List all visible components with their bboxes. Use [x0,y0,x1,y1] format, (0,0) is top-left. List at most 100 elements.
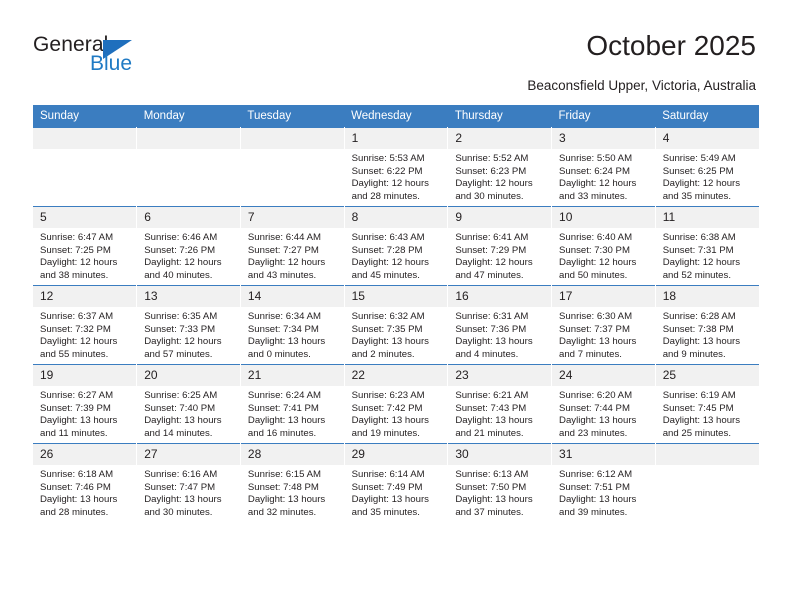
calendar-day-cell[interactable]: 12 Sunrise: 6:37 AM Sunset: 7:32 PM Dayligh… [33,285,138,365]
day-sun-info: Sunrise: 6:40 AM Sunset: 7:30 PM Daylight:… [552,228,655,282]
sunset-time: Sunset: 7:38 PM [662,323,734,335]
sunrise-time: Sunrise: 6:46 AM [144,232,218,243]
weekday-header-monday: Monday [136,105,241,128]
day-number: 10 [552,207,655,228]
weekday-header-thursday: Thursday [447,105,552,128]
day-number: 19 [33,365,137,386]
day-sun-info: Sunrise: 6:18 AM Sunset: 7:46 PM Daylight:… [33,465,136,519]
calendar-day-cell[interactable]: 24 Sunrise: 6:20 AM Sunset: 7:44 PM Dayligh… [551,364,656,444]
calendar-day-cell[interactable]: 5 Sunrise: 6:47 AM Sunset: 7:25 PM Daylight… [33,206,138,286]
sunrise-time: Sunrise: 5:49 AM [662,153,736,164]
calendar-day-cell[interactable]: 13 Sunrise: 6:35 AM Sunset: 7:33 PM Dayligh… [136,285,241,365]
daylight-duration-line1: Daylight: 12 hours [40,257,118,269]
daylight-duration-line2: and 30 minutes. [455,190,524,202]
calendar-day-cell[interactable]: 25 Sunrise: 6:19 AM Sunset: 7:45 PM Dayligh… [655,364,759,444]
daylight-duration-line1: Daylight: 13 hours [559,415,637,427]
sunrise-time: Sunrise: 6:25 AM [144,390,218,401]
calendar-day-cell[interactable]: 17 Sunrise: 6:30 AM Sunset: 7:37 PM Dayligh… [551,285,656,365]
calendar-day-cell[interactable]: 1 Sunrise: 5:53 AM Sunset: 6:22 PM Daylight… [344,127,449,207]
sunset-time: Sunset: 7:37 PM [559,323,630,335]
day-sun-info: Sunrise: 6:35 AM Sunset: 7:33 PM Daylight:… [137,307,240,361]
day-sun-info: Sunrise: 6:38 AM Sunset: 7:31 PM Daylight:… [656,228,759,282]
sunset-time: Sunset: 7:35 PM [351,323,423,335]
calendar-day-cell[interactable]: 30 Sunrise: 6:13 AM Sunset: 7:50 PM Dayligh… [447,443,553,522]
day-number: 2 [448,128,552,149]
calendar-day-cell[interactable]: 28 Sunrise: 6:15 AM Sunset: 7:48 PM Dayligh… [240,443,345,522]
calendar-day-cell[interactable]: 31 Sunrise: 6:12 AM Sunset: 7:51 PM Dayligh… [551,443,656,522]
sunrise-time: Sunrise: 6:16 AM [144,469,218,480]
calendar-day-cell[interactable]: 20 Sunrise: 6:25 AM Sunset: 7:40 PM Dayligh… [136,364,241,444]
location-subtitle: Beaconsfield Upper, Victoria, Australia [527,78,756,93]
sunset-time: Sunset: 7:41 PM [247,402,319,414]
daylight-duration-line2: and 37 minutes. [455,506,524,518]
daylight-duration-line1: Daylight: 13 hours [40,415,118,427]
calendar-day-cell[interactable]: 21 Sunrise: 6:24 AM Sunset: 7:41 PM Dayligh… [240,364,345,444]
daylight-duration-line2: and 50 minutes. [559,269,628,281]
daylight-duration-line2: and 38 minutes. [40,269,109,281]
sunrise-time: Sunrise: 6:21 AM [455,390,529,401]
general-blue-logo[interactable]: General Blue [33,33,213,83]
daylight-duration-line2: and 35 minutes. [351,506,420,518]
calendar-day-cell[interactable]: 6 Sunrise: 6:46 AM Sunset: 7:26 PM Daylight… [136,206,241,286]
daylight-duration-line1: Daylight: 13 hours [144,494,222,506]
calendar-day-cell[interactable]: 27 Sunrise: 6:16 AM Sunset: 7:47 PM Dayligh… [136,443,241,522]
sunset-time: Sunset: 7:31 PM [662,244,734,256]
daylight-duration-line2: and 0 minutes. [247,348,311,360]
day-number: 30 [448,444,552,465]
sunrise-time: Sunrise: 6:43 AM [351,232,425,243]
calendar-day-cell[interactable]: 9 Sunrise: 6:41 AM Sunset: 7:29 PM Daylight… [447,206,553,286]
day-number: 14 [240,286,344,307]
day-number [240,128,344,149]
calendar-day-cell[interactable]: 19 Sunrise: 6:27 AM Sunset: 7:39 PM Dayligh… [33,364,138,444]
daylight-duration-line1: Daylight: 12 hours [40,336,118,348]
sunrise-time: Sunrise: 6:32 AM [351,311,425,322]
sunrise-sunset-calendar: Sunday Monday Tuesday Wednesday Thursday… [33,105,759,522]
daylight-duration-line2: and 47 minutes. [455,269,524,281]
sunrise-time: Sunrise: 5:50 AM [559,153,633,164]
calendar-day-cell[interactable]: 4 Sunrise: 5:49 AM Sunset: 6:25 PM Daylight… [655,127,759,207]
calendar-day-cell[interactable]: 29 Sunrise: 6:14 AM Sunset: 7:49 PM Dayligh… [344,443,449,522]
calendar-day-cell[interactable]: 8 Sunrise: 6:43 AM Sunset: 7:28 PM Daylight… [344,206,449,286]
calendar-day-cell-empty [33,127,138,207]
day-number: 21 [240,365,344,386]
calendar-day-cell[interactable]: 26 Sunrise: 6:18 AM Sunset: 7:46 PM Dayligh… [33,443,138,522]
sunset-time: Sunset: 7:30 PM [559,244,630,256]
sunrise-time: Sunrise: 6:28 AM [662,311,736,322]
day-number: 5 [33,207,137,228]
calendar-day-cell[interactable]: 23 Sunrise: 6:21 AM Sunset: 7:43 PM Dayligh… [447,364,553,444]
day-number: 6 [137,207,240,228]
day-number: 29 [344,444,448,465]
daylight-duration-line1: Daylight: 13 hours [559,494,637,506]
calendar-day-cell[interactable]: 15 Sunrise: 6:32 AM Sunset: 7:35 PM Dayligh… [344,285,449,365]
day-sun-info: Sunrise: 6:12 AM Sunset: 7:51 PM Daylight:… [552,465,655,519]
daylight-duration-line1: Daylight: 12 hours [144,336,222,348]
daylight-duration-line1: Daylight: 12 hours [351,178,429,190]
calendar-day-cell[interactable]: 3 Sunrise: 5:50 AM Sunset: 6:24 PM Daylight… [551,127,656,207]
day-sun-info: Sunrise: 6:14 AM Sunset: 7:49 PM Daylight:… [345,465,448,519]
day-number: 8 [344,207,448,228]
sunset-time: Sunset: 7:44 PM [559,402,630,414]
day-sun-info: Sunrise: 6:41 AM Sunset: 7:29 PM Daylight:… [448,228,551,282]
calendar-day-cell[interactable]: 11 Sunrise: 6:38 AM Sunset: 7:31 PM Dayligh… [655,206,759,286]
daylight-duration-line2: and 33 minutes. [559,190,628,202]
calendar-day-cell[interactable]: 10 Sunrise: 6:40 AM Sunset: 7:30 PM Dayligh… [551,206,656,286]
calendar-day-cell[interactable]: 16 Sunrise: 6:31 AM Sunset: 7:36 PM Dayligh… [447,285,553,365]
day-sun-info: Sunrise: 5:49 AM Sunset: 6:25 PM Daylight:… [656,149,759,203]
daylight-duration-line1: Daylight: 12 hours [662,257,741,269]
calendar-day-cell[interactable]: 22 Sunrise: 6:23 AM Sunset: 7:42 PM Dayligh… [344,364,449,444]
sunset-time: Sunset: 7:51 PM [559,481,630,493]
calendar-day-cell[interactable]: 2 Sunrise: 5:52 AM Sunset: 6:23 PM Daylight… [447,127,553,207]
sunset-time: Sunset: 7:45 PM [662,402,734,414]
daylight-duration-line1: Daylight: 13 hours [559,336,637,348]
calendar-day-cell[interactable]: 18 Sunrise: 6:28 AM Sunset: 7:38 PM Dayligh… [655,285,759,365]
daylight-duration-line2: and 28 minutes. [40,506,109,518]
day-number: 31 [552,444,655,465]
daylight-duration-line1: Daylight: 13 hours [455,494,533,506]
calendar-day-cell[interactable]: 7 Sunrise: 6:44 AM Sunset: 7:27 PM Daylight… [240,206,345,286]
daylight-duration-line2: and 45 minutes. [351,269,420,281]
daylight-duration-line1: Daylight: 13 hours [351,494,429,506]
day-sun-info: Sunrise: 6:24 AM Sunset: 7:41 PM Daylight:… [241,386,344,440]
daylight-duration-line2: and 14 minutes. [144,427,213,439]
calendar-day-cell[interactable]: 14 Sunrise: 6:34 AM Sunset: 7:34 PM Dayligh… [240,285,345,365]
day-sun-info: Sunrise: 6:20 AM Sunset: 7:44 PM Daylight:… [552,386,655,440]
